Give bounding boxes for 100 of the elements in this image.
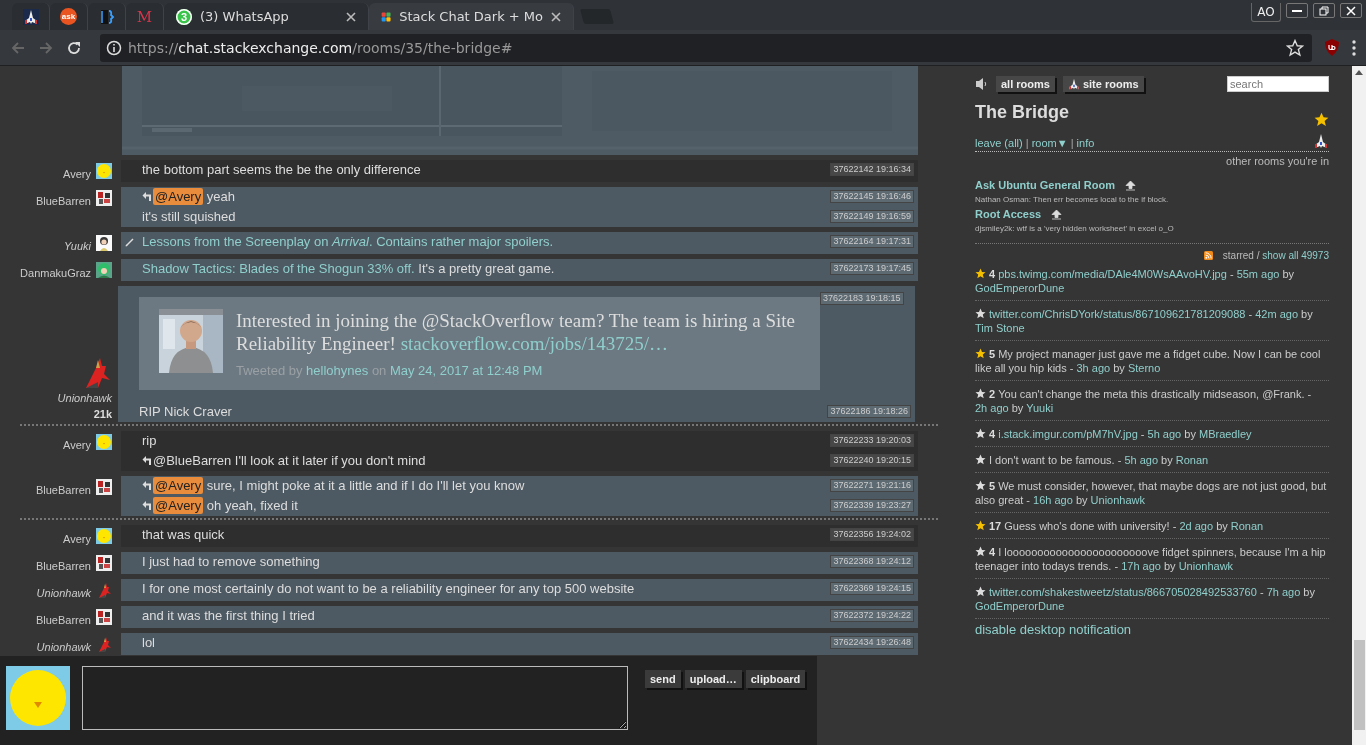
star-icon[interactable] (975, 428, 986, 439)
link[interactable]: 42m ago (1255, 308, 1298, 320)
rss-icon[interactable] (1203, 251, 1213, 260)
link[interactable]: 2d ago (1179, 520, 1214, 532)
message-timestamp[interactable]: 37622339 19:23:27 (830, 499, 914, 512)
reply-icon[interactable] (142, 455, 152, 465)
username[interactable]: BlueBarren (35, 193, 91, 209)
link[interactable]: Yuuki (1026, 402, 1054, 414)
search-field[interactable]: search (1227, 76, 1329, 92)
browser-tab[interactable] (12, 3, 50, 30)
star-icon[interactable] (975, 308, 986, 319)
link[interactable]: Ronan (1175, 454, 1209, 466)
close-button[interactable] (1340, 3, 1362, 18)
link[interactable]: 5h ago (1124, 454, 1159, 466)
message-timestamp[interactable]: 37622368 19:24:12 (830, 555, 914, 568)
rooms-button[interactable]: all rooms (996, 76, 1055, 92)
link[interactable]: Ronan (1230, 520, 1264, 532)
restore-button[interactable] (1313, 3, 1335, 18)
star-icon[interactable] (1314, 112, 1329, 127)
link[interactable]: 7h ago (1266, 586, 1301, 598)
username[interactable]: BlueBarren (35, 482, 91, 498)
avatar-icon[interactable] (96, 609, 112, 625)
room-name[interactable]: Root Access (975, 208, 1042, 220)
link[interactable]: pbs.twimg.com/media/DAle4M0WsAAvoHV.jpg (998, 268, 1227, 280)
username[interactable]: Unionhawk (57, 390, 112, 406)
browser-tab[interactable] (88, 3, 126, 30)
star-icon[interactable] (975, 454, 986, 465)
link[interactable]: 55m ago (1236, 268, 1280, 280)
address-bar[interactable]: https://chat.stackexchange.com/rooms/35/the-bridge# (100, 33, 1312, 62)
message-timestamp[interactable]: 37622240 19:20:15 (830, 454, 914, 467)
username[interactable]: Avery (63, 531, 91, 547)
link[interactable]: Sterno (1127, 362, 1161, 374)
link[interactable]: leave (all) (975, 137, 1023, 149)
link[interactable]: Tim Stone (975, 322, 1025, 334)
username[interactable]: Avery (63, 166, 91, 182)
link[interactable]: Shadow Tactics: Blades of the Shogun 33% off. (142, 261, 415, 276)
scrollbar-thumb[interactable] (1353, 640, 1365, 730)
profile-button[interactable]: AO (1251, 3, 1281, 22)
star-icon[interactable] (1286, 38, 1304, 57)
link[interactable]: 16h ago (1033, 494, 1073, 506)
scrollbar[interactable] (1352, 66, 1366, 745)
star-icon[interactable] (975, 520, 986, 531)
message-timestamp[interactable]: 37622369 19:24:15 (830, 582, 914, 595)
upload-icon[interactable] (1051, 208, 1063, 220)
shield-icon[interactable] (1324, 39, 1340, 56)
avatar-icon[interactable] (96, 479, 112, 495)
action-button[interactable]: send (645, 670, 681, 688)
star-icon[interactable] (975, 546, 986, 557)
avatar-icon[interactable] (96, 555, 112, 571)
username[interactable]: Unionhawk (36, 639, 91, 655)
action-button[interactable]: upload… (684, 670, 742, 688)
username[interactable]: BlueBarren (35, 558, 91, 574)
star-icon[interactable] (975, 586, 986, 597)
star-icon[interactable] (975, 268, 986, 279)
browser-tab[interactable]: ask (50, 3, 88, 30)
link[interactable]: twitter.com/ChrisDYork/status/867109621781209088 (989, 308, 1246, 320)
link[interactable]: i.stack.imgur.com/pM7hV.jpg (998, 428, 1138, 440)
browser-tab[interactable]: 3 (3) WhatsApp (164, 3, 369, 30)
menu-icon[interactable] (1352, 39, 1356, 56)
username[interactable]: BlueBarren (35, 612, 91, 628)
link[interactable]: 5h ago (1147, 428, 1182, 440)
avatar-icon[interactable] (96, 190, 112, 206)
scroll-up-icon[interactable] (1355, 70, 1363, 75)
reply-icon[interactable] (142, 500, 152, 510)
link[interactable]: Unionhawk (1090, 494, 1145, 506)
message-timestamp[interactable]: 37622271 19:21:16 (830, 479, 914, 492)
reply-icon[interactable] (142, 191, 152, 201)
message-timestamp[interactable]: 37622434 19:26:48 (830, 636, 914, 649)
link[interactable]: GodEmperorDune (975, 600, 1065, 612)
reply-icon[interactable] (142, 480, 152, 490)
action-button[interactable]: clipboard (745, 670, 806, 688)
link[interactable]: 3h ago (1076, 362, 1111, 374)
notification-link[interactable]: disable desktop notification (975, 622, 1329, 637)
speaker-icon[interactable] (975, 77, 989, 91)
message-timestamp[interactable]: 37622145 19:16:46 (830, 190, 914, 203)
message-input[interactable] (82, 666, 628, 730)
message-timestamp[interactable]: 37622164 19:17:31 (830, 235, 914, 248)
link[interactable]: room▼ (1031, 137, 1068, 149)
upload-icon[interactable] (1124, 179, 1136, 191)
link[interactable]: MBraedley (1198, 428, 1252, 440)
show-all-link[interactable]: show all 49973 (1262, 250, 1329, 261)
link[interactable]: GodEmperorDune (975, 282, 1065, 294)
message-timestamp[interactable]: 37622173 19:17:45 (830, 262, 914, 275)
message-timestamp[interactable]: 37622142 19:16:34 (830, 163, 914, 176)
link[interactable]: twitter.com/shakestweetz/status/866705028492533760 (989, 586, 1257, 598)
username[interactable]: Yuuki (63, 238, 91, 254)
username[interactable]: Unionhawk (36, 585, 91, 601)
link[interactable]: Unionhawk (1178, 560, 1234, 572)
star-icon[interactable] (975, 480, 986, 491)
close-icon[interactable] (551, 11, 561, 22)
browser-tab[interactable]: Stack Chat Dark + Mo (369, 3, 574, 30)
message-timestamp[interactable]: 37622186 19:18:26 (827, 405, 911, 418)
link[interactable]: 2h ago (975, 402, 1009, 414)
avatar-icon[interactable] (96, 235, 112, 251)
link[interactable]: info (1076, 137, 1095, 149)
message-timestamp[interactable]: 37622149 19:16:59 (830, 210, 914, 223)
close-icon[interactable] (346, 11, 356, 22)
message-timestamp[interactable]: 37622183 19:18:15 (820, 292, 904, 305)
message-timestamp[interactable]: 37622233 19:20:03 (830, 434, 914, 447)
minimize-button[interactable] (1286, 3, 1308, 18)
